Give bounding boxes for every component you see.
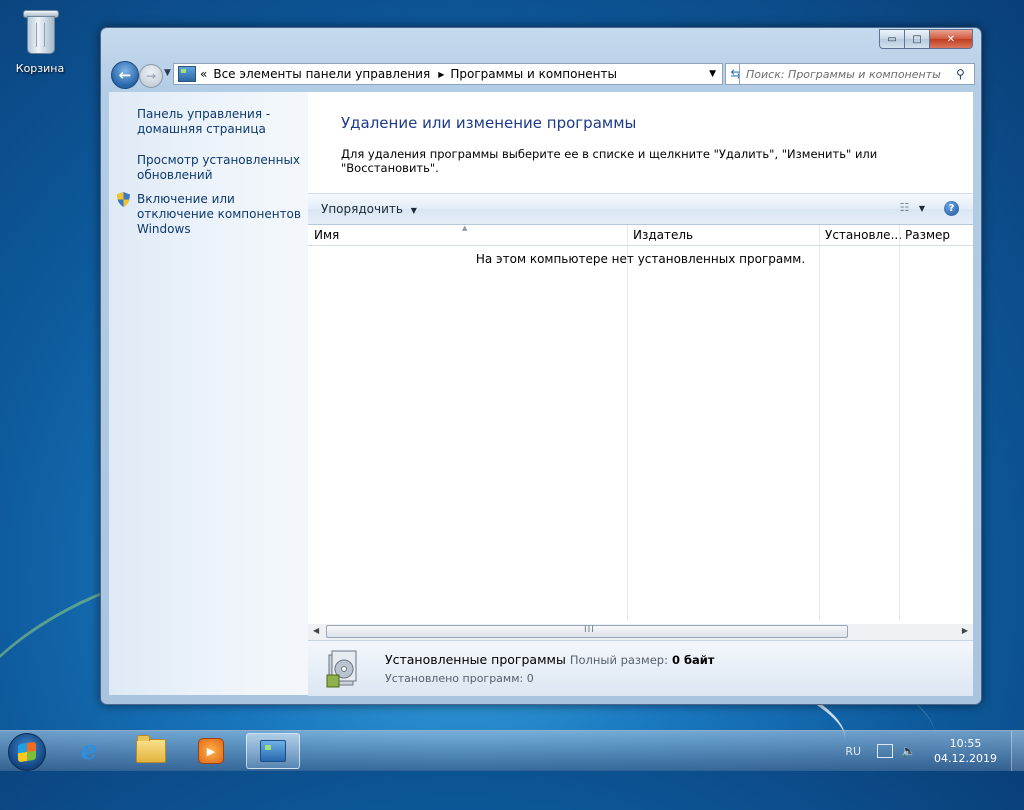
back-button[interactable]: ← — [111, 61, 139, 89]
column-divider — [899, 225, 900, 620]
close-button[interactable]: ✕ — [930, 29, 973, 49]
horizontal-scrollbar[interactable]: ◀ III ▶ — [308, 624, 973, 640]
scroll-right-icon[interactable]: ▶ — [962, 626, 968, 635]
maximize-icon: □ — [912, 33, 922, 45]
control-panel-icon — [260, 740, 286, 762]
column-divider — [819, 225, 820, 620]
installed-count: Установлено программ: 0 — [385, 672, 534, 685]
recycle-bin-icon — [23, 6, 59, 54]
taskbar-control-panel[interactable] — [246, 733, 300, 769]
minimize-icon: ▭ — [887, 33, 897, 45]
total-size-label: Полный размер: — [569, 653, 668, 667]
scroll-grip: III — [584, 625, 595, 635]
chevron-down-icon: ▼ — [410, 206, 417, 215]
total-size-value: 0 байт — [671, 653, 715, 667]
close-icon: ✕ — [946, 33, 956, 45]
change-view-button[interactable]: ☷ ▼ — [899, 201, 925, 214]
language-indicator[interactable]: RU — [845, 745, 861, 758]
folder-icon — [136, 735, 166, 763]
empty-list-message: На этом компьютере нет установленных про… — [475, 252, 806, 266]
sort-ascending-icon: ▲ — [462, 224, 468, 232]
control-panel-home-link[interactable]: Панель управления - домашняя страница — [137, 107, 305, 137]
caption-buttons: ▭ □ ✕ — [879, 29, 973, 49]
recycle-bin-label: Корзина — [15, 62, 65, 75]
column-name[interactable]: Имя — [314, 228, 339, 242]
notification-area: RU 🔈 10:55 04.12.2019 — [845, 731, 1024, 771]
address-dropdown-icon[interactable]: ▼ — [709, 69, 716, 79]
control-panel-icon — [178, 66, 196, 82]
arrow-right-icon: → — [145, 69, 157, 83]
maximize-button[interactable]: □ — [905, 29, 930, 49]
main-content: Удаление или изменение программы Для уда… — [308, 92, 973, 696]
search-box[interactable]: Поиск: Программы и компоненты ⚲ — [739, 63, 975, 85]
forward-button[interactable]: → — [139, 64, 163, 88]
installed-programs-icon — [326, 650, 357, 688]
navigation-bar: ← → ▼ « Все элементы панели управления ▶… — [109, 60, 975, 89]
minimize-button[interactable]: ▭ — [879, 29, 905, 49]
page-title: Удаление или изменение программы — [341, 114, 637, 132]
media-player-icon: ▶ — [198, 738, 224, 764]
clock-date: 04.12.2019 — [934, 752, 997, 765]
search-icon[interactable]: ⚲ — [956, 67, 974, 81]
taskbar-windows-explorer[interactable] — [124, 733, 178, 769]
column-header: Имя ▲ Издатель Установле... Размер — [308, 224, 973, 246]
breadcrumb-separator-icon[interactable]: ▶ — [438, 70, 444, 79]
show-desktop-button[interactable] — [1011, 731, 1024, 771]
column-divider — [627, 225, 628, 620]
taskbar-media-player[interactable]: ▶ — [184, 733, 238, 769]
recent-pages-button[interactable]: ▼ — [164, 68, 171, 78]
taskbar: e ▶ RU 🔈 10:55 04.12.2019 — [0, 730, 1024, 771]
details-summary: Установленные программы Полный размер: 0… — [385, 652, 714, 667]
command-bar: Упорядочить ▼ ☷ ▼ ? — [308, 193, 973, 225]
internet-explorer-icon: e — [80, 736, 98, 766]
taskbar-internet-explorer[interactable]: e — [62, 733, 116, 769]
tasks-pane: Панель управления - домашняя страница Пр… — [109, 92, 308, 695]
column-size[interactable]: Размер — [905, 228, 950, 242]
details-pane: Установленные программы Полный размер: 0… — [308, 640, 973, 696]
column-installed-on[interactable]: Установле... — [825, 228, 902, 242]
breadcrumb-all-control-panel-items[interactable]: Все элементы панели управления — [213, 67, 430, 81]
windows-logo-icon — [18, 741, 36, 763]
details-title: Установленные программы — [385, 652, 566, 667]
help-icon: ? — [948, 203, 955, 214]
organize-label: Упорядочить — [321, 202, 403, 216]
address-bar[interactable]: « Все элементы панели управления ▶ Прогр… — [173, 63, 723, 85]
scrollbar-thumb[interactable]: III — [326, 625, 848, 638]
breadcrumb-overflow[interactable]: « — [200, 67, 207, 81]
arrow-left-icon: ← — [118, 66, 132, 84]
network-icon[interactable] — [877, 744, 894, 758]
page-description: Для удаления программы выберите ее в спи… — [341, 147, 878, 175]
column-publisher[interactable]: Издатель — [633, 228, 693, 242]
help-button[interactable]: ? — [944, 201, 959, 216]
recycle-bin-shortcut[interactable]: Корзина — [8, 6, 72, 75]
volume-icon[interactable]: 🔈 — [901, 744, 916, 758]
details-view-icon: ☷ — [899, 201, 910, 214]
programs-and-features-window: ▭ □ ✕ ← → ▼ « Все элементы панели управл… — [100, 27, 982, 705]
search-input[interactable]: Поиск: Программы и компоненты — [740, 68, 956, 81]
organize-button[interactable]: Упорядочить ▼ — [321, 202, 417, 216]
scroll-left-icon[interactable]: ◀ — [313, 626, 319, 635]
clock-time: 10:55 — [949, 737, 982, 750]
view-installed-updates-link[interactable]: Просмотр установленных обновлений — [137, 153, 305, 183]
start-button[interactable] — [8, 733, 46, 771]
clock[interactable]: 10:55 04.12.2019 — [934, 736, 997, 766]
uac-shield-icon — [117, 192, 130, 207]
turn-windows-features-link[interactable]: Включение или отключение компонентов Win… — [137, 192, 305, 237]
breadcrumb-programs-and-features[interactable]: Программы и компоненты — [450, 67, 617, 81]
chevron-down-icon: ▼ — [918, 204, 925, 213]
chevron-down-icon: ▼ — [164, 68, 171, 78]
